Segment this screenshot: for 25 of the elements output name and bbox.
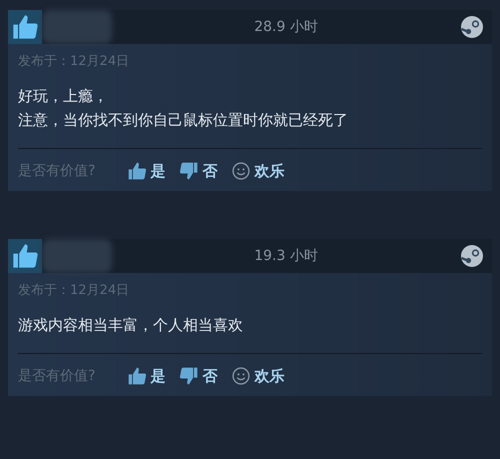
vote-button[interactable]: 否 [179,366,218,386]
helpful-label: 是否有价值? [18,162,96,180]
post-date: 发布于：12月24日 [18,53,130,70]
smiley-icon [231,161,252,181]
smiley-icon [231,366,252,386]
vote-button[interactable]: 否 [179,161,218,181]
steam-icon [460,244,484,268]
vote-button[interactable]: 欢乐 [231,366,284,386]
blurred-name [42,10,112,44]
thumbs-up-icon [127,366,148,386]
review-text: 游戏内容相当丰富，个人相当喜欢 [18,315,244,336]
thumbs-down-icon [179,366,200,386]
steam-icon [460,15,484,39]
thumbs-up-icon [127,161,148,181]
review-text: 好玩，上瘾， [18,86,109,107]
vote-button[interactable]: 是 [127,161,166,181]
vote-button[interactable]: 欢乐 [231,161,284,181]
post-date: 发布于：12月24日 [18,282,130,299]
vote-button[interactable]: 是 [127,366,166,386]
playtime: 19.3 小时 [253,247,319,265]
thumbs-down-icon [179,161,200,181]
blurred-name [42,239,112,273]
playtime: 28.9 小时 [253,18,319,36]
helpful-label: 是否有价值? [18,367,96,385]
review-text: 注意，当你找不到你自己鼠标位置时你就已经死了 [18,110,349,131]
